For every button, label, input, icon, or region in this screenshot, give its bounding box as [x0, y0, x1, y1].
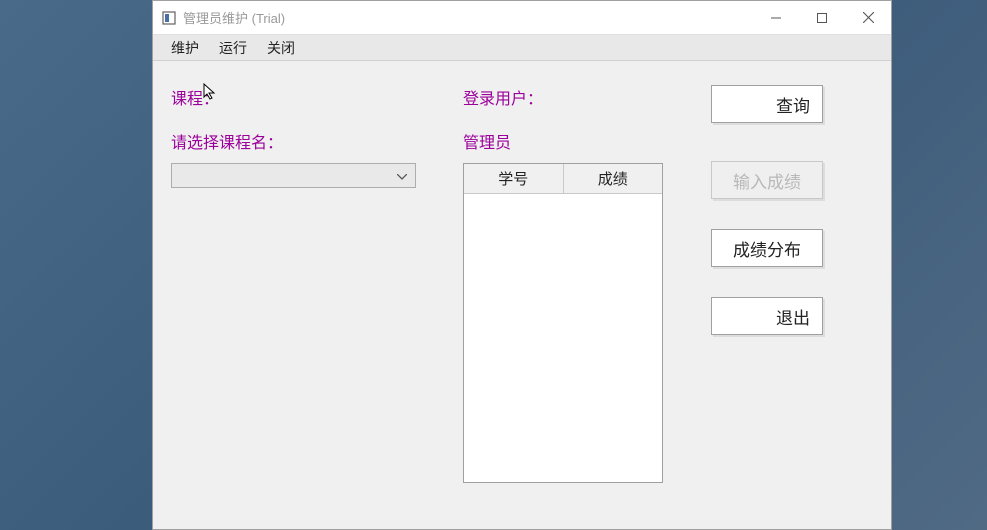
course-combobox[interactable] — [171, 163, 416, 188]
minimize-button[interactable] — [753, 1, 799, 34]
score-distribution-button-label: 成绩分布 — [733, 236, 801, 261]
maximize-button[interactable] — [799, 1, 845, 34]
close-button[interactable] — [845, 1, 891, 34]
app-icon — [161, 10, 177, 26]
query-button[interactable]: 查询 — [711, 85, 823, 123]
label-admin: 管理员 — [463, 129, 511, 153]
query-button-label: 查询 — [776, 92, 810, 117]
grid-header: 学号 成绩 — [464, 164, 662, 194]
score-grid[interactable]: 学号 成绩 — [463, 163, 663, 483]
menu-close[interactable]: 关闭 — [257, 35, 305, 61]
score-distribution-button[interactable]: 成绩分布 — [711, 229, 823, 267]
window-title: 管理员维护 (Trial) — [183, 8, 753, 27]
titlebar: 管理员维护 (Trial) — [153, 1, 891, 35]
label-login-user: 登录用户： — [463, 85, 543, 109]
app-window: 管理员维护 (Trial) 维护 运行 关闭 课程： 请选择课程名： 登录用户：… — [152, 0, 892, 530]
exit-button[interactable]: 退出 — [711, 297, 823, 335]
label-select-course: 请选择课程名： — [171, 129, 283, 153]
exit-button-label: 退出 — [776, 304, 810, 329]
chevron-down-icon — [397, 167, 407, 185]
input-score-button: 输入成绩 — [711, 161, 823, 199]
col-student-id[interactable]: 学号 — [464, 164, 564, 194]
content-area: 课程： 请选择课程名： 登录用户： 管理员 学号 成绩 查询 输入成绩 成绩分布 — [153, 61, 891, 529]
col-score[interactable]: 成绩 — [564, 164, 663, 194]
menu-maintain[interactable]: 维护 — [161, 35, 209, 61]
label-course: 课程： — [171, 85, 219, 109]
window-controls — [753, 1, 891, 34]
menu-run[interactable]: 运行 — [209, 35, 257, 61]
menubar: 维护 运行 关闭 — [153, 35, 891, 61]
input-score-button-label: 输入成绩 — [733, 168, 801, 193]
